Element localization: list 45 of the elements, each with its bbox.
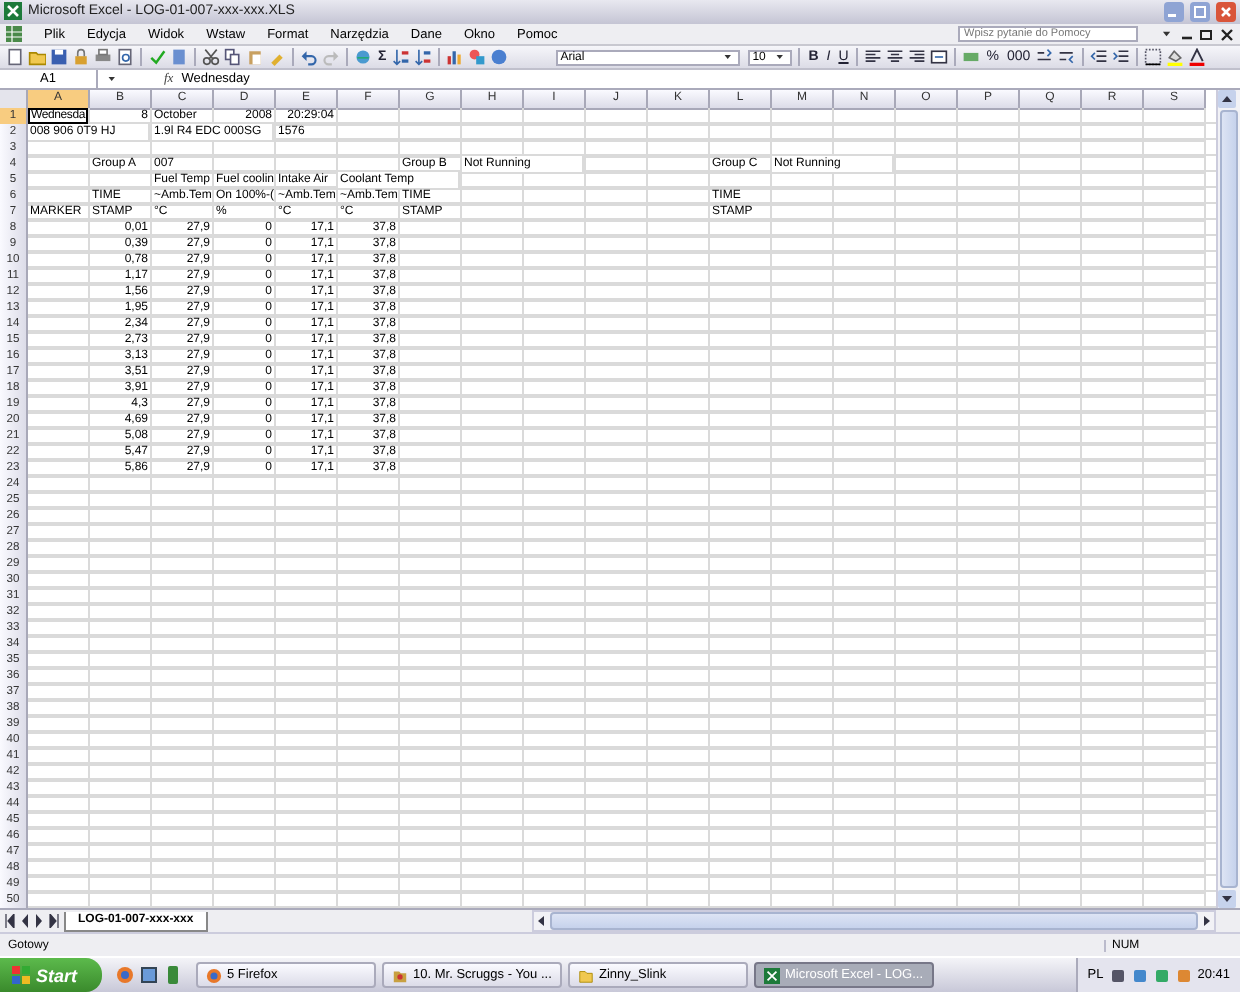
align-left-icon[interactable] — [864, 48, 883, 67]
undo-icon[interactable] — [300, 48, 318, 67]
checkmark-icon[interactable] — [148, 48, 166, 67]
spreadsheet-icon — [763, 967, 780, 984]
caret-icon[interactable] — [106, 72, 120, 87]
windows-flag-icon — [12, 966, 30, 985]
scissors-icon[interactable] — [202, 48, 220, 67]
last-sheet-icon[interactable] — [48, 914, 60, 929]
vertical-scrollbar[interactable] — [1216, 90, 1240, 909]
padlock-icon[interactable] — [72, 48, 90, 67]
shapes-icon[interactable] — [468, 48, 487, 67]
printer-icon[interactable] — [94, 48, 112, 67]
excel-logo-icon — [4, 2, 22, 21]
align-right-icon[interactable] — [908, 48, 927, 67]
align-center-icon[interactable] — [886, 48, 905, 67]
fill-bucket-icon[interactable] — [1166, 48, 1185, 67]
globe-icon[interactable] — [354, 48, 372, 67]
browser-icon — [205, 967, 222, 984]
scroll-up-icon[interactable] — [1218, 90, 1236, 109]
folder-icon — [391, 967, 408, 984]
folder-icon[interactable] — [28, 48, 46, 67]
outdent-icon[interactable] — [1090, 48, 1109, 67]
bar-chart-icon[interactable] — [446, 48, 465, 67]
decrease-decimal-icon[interactable] — [1058, 48, 1077, 67]
indent-icon[interactable] — [1112, 48, 1131, 67]
font-color-icon[interactable] — [1188, 48, 1207, 67]
next-sheet-icon[interactable] — [34, 914, 44, 929]
scroll-down-icon[interactable] — [1218, 890, 1236, 909]
sort-ascending-icon[interactable] — [392, 48, 411, 67]
borders-icon[interactable] — [1144, 48, 1163, 67]
first-sheet-icon[interactable] — [4, 914, 16, 929]
sort-descending-icon[interactable] — [414, 48, 433, 67]
horizontal-scrollbar[interactable] — [531, 910, 1216, 933]
previous-sheet-icon[interactable] — [20, 914, 30, 929]
window-icon[interactable] — [139, 966, 158, 985]
document-icon[interactable] — [6, 48, 24, 67]
restore-icon[interactable] — [1200, 26, 1214, 43]
page-magnifier-icon[interactable] — [116, 48, 134, 67]
clipboard-icon[interactable] — [246, 48, 264, 67]
copy-icon[interactable] — [224, 48, 242, 67]
sheet-icon — [6, 26, 22, 43]
folder-icon — [577, 967, 594, 984]
merge-cells-icon[interactable] — [930, 48, 949, 67]
browser-icon[interactable] — [115, 966, 134, 985]
close-icon[interactable] — [1220, 26, 1234, 43]
